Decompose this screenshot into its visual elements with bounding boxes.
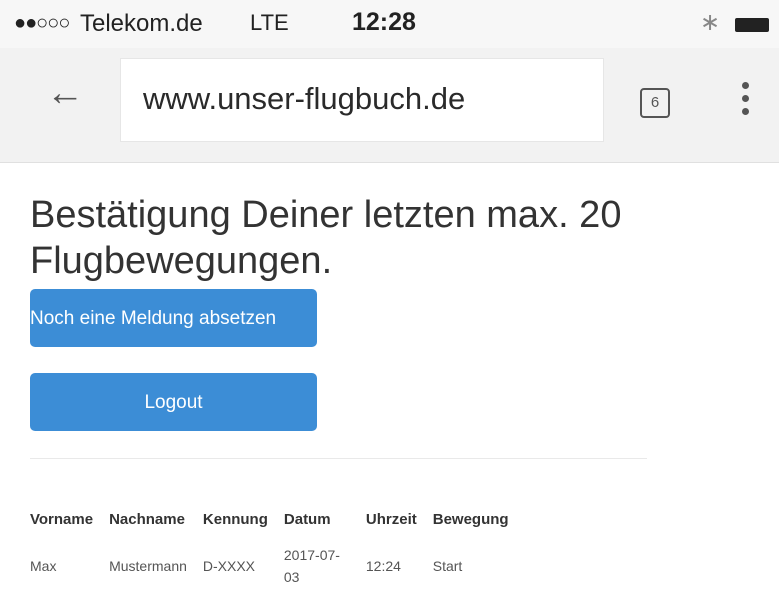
col-header-kennung: Kennung [202, 510, 268, 528]
status-bar: ●●○○○ Telekom.de LTE 12:28 ∗ [0, 0, 779, 48]
col-header-vorname: Vorname [30, 510, 94, 528]
col-header-bewegung: Bewegung [432, 510, 509, 528]
menu-dot [741, 108, 749, 115]
tab-switcher-button[interactable]: 6 [640, 88, 670, 118]
menu-dot [741, 95, 749, 102]
overflow-menu-icon[interactable] [738, 82, 752, 124]
col-header-datum: Datum [283, 510, 331, 528]
network-type: LTE [250, 10, 289, 35]
url-text[interactable]: www.unser-flugbuch.de [143, 81, 465, 117]
col-header-nachname: Nachname [109, 510, 185, 528]
cell-bewegung: Start [432, 558, 463, 574]
signal-strength-icon: ●●○○○ [14, 12, 70, 34]
cell-nachname: Mustermann [109, 558, 187, 574]
flights-table: Vorname Nachname Kennung Datum Uhrzeit B… [30, 498, 525, 588]
divider [30, 458, 647, 459]
cell-kennung: D-XXXX [202, 558, 256, 574]
carrier-name: Telekom.de [80, 10, 203, 37]
address-bar[interactable]: www.unser-flugbuch.de [120, 58, 604, 142]
back-arrow-icon[interactable]: ← [40, 68, 90, 118]
battery-icon [735, 18, 769, 32]
logout-button[interactable]: Logout [30, 373, 317, 431]
bluetooth-icon: ∗ [700, 9, 721, 36]
menu-dot [741, 82, 749, 89]
table-header-row: Vorname Nachname Kennung Datum Uhrzeit B… [30, 498, 525, 540]
cell-vorname: Max [30, 558, 57, 574]
cell-datum: 2017-07-03 [283, 547, 340, 585]
cell-uhrzeit: 12:24 [365, 558, 401, 574]
table-row: Max Mustermann D-XXXX 2017-07-03 12:24 S… [30, 540, 525, 588]
col-header-uhrzeit: Uhrzeit [365, 510, 417, 528]
browser-toolbar: ← www.unser-flugbuch.de 6 [0, 48, 779, 163]
status-time: 12:28 [352, 8, 416, 36]
page-title: Bestätigung Deiner letzten max. 20 Flugb… [30, 194, 622, 282]
new-report-button[interactable]: Noch eine Meldung absetzen [30, 289, 317, 347]
